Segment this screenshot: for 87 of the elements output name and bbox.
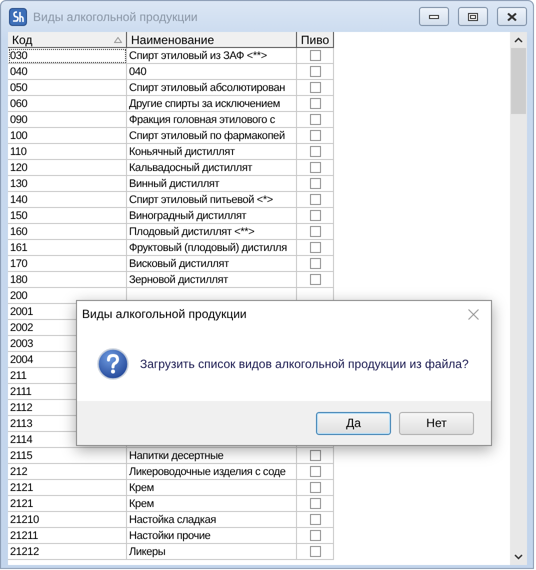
checkbox[interactable] (310, 242, 320, 253)
question-icon (97, 348, 129, 380)
table-cell: 090 (8, 112, 127, 128)
table-cell: Зерновой дистиллят (127, 272, 297, 288)
dialog-button[interactable]: Да (316, 412, 391, 434)
table-cell: 120 (8, 160, 127, 176)
checkbox[interactable] (310, 450, 320, 461)
table-cell: 161 (8, 240, 127, 256)
table-cell: 160 (8, 224, 127, 240)
checkbox[interactable] (310, 98, 320, 109)
table-cell: Напитки десертные (127, 448, 297, 464)
table-cell: Спирт этиловый питьевой <*> (127, 192, 297, 208)
checkbox[interactable] (310, 546, 320, 557)
close-button[interactable] (497, 7, 527, 26)
table-cell: Висковый дистиллят (127, 256, 297, 272)
table-cell: Настойки прочие (127, 528, 297, 544)
table-cell: Спирт этиловый из ЗАФ <**> (127, 48, 297, 64)
table-cell: Спирт этиловый по фармакопей (127, 128, 297, 144)
table-cell: Коньячный дистиллят (127, 144, 297, 160)
checkbox[interactable] (310, 210, 320, 221)
table-cell: Ликероводочные изделия с соде (127, 464, 297, 480)
column-header[interactable]: Наименование (127, 32, 297, 48)
checkbox[interactable] (310, 146, 320, 157)
table-cell: Настойка сладкая (127, 512, 297, 528)
window-title: Виды алкогольной продукции (33, 10, 199, 24)
table-cell: 100 (8, 128, 127, 144)
table-cell: Фракция головная этилового с (127, 112, 297, 128)
table-cell: 2121 (8, 480, 127, 496)
checkbox[interactable] (310, 498, 320, 509)
table-cell: Кальвадосный дистиллят (127, 160, 297, 176)
close-icon[interactable] (468, 308, 479, 320)
checkbox[interactable] (310, 50, 320, 61)
table-cell: 21212 (8, 544, 127, 560)
checkbox[interactable] (310, 482, 320, 493)
minimize-icon (429, 14, 439, 18)
checkbox[interactable] (310, 82, 320, 93)
table-cell: 21211 (8, 528, 127, 544)
column-header[interactable]: Код (8, 32, 127, 48)
table-cell: 130 (8, 176, 127, 192)
scroll-down-icon[interactable] (514, 554, 523, 560)
sort-arrow-icon (114, 36, 122, 42)
table-cell: 040 (127, 64, 297, 80)
checkbox[interactable] (310, 114, 320, 125)
table-cell: Спирт этиловый абсолютирован (127, 80, 297, 96)
checkbox[interactable] (310, 178, 320, 189)
table-cell: 030 (8, 48, 127, 64)
table-cell: 212 (8, 464, 127, 480)
checkbox[interactable] (310, 514, 320, 525)
checkbox[interactable] (310, 274, 320, 285)
checkbox[interactable] (310, 130, 320, 141)
app-logo-icon (9, 8, 27, 26)
checkbox[interactable] (310, 530, 320, 541)
table-cell: 2115 (8, 448, 127, 464)
dialog-message: Загрузить список видов алкогольной продукции из файла? (140, 357, 469, 371)
checkbox[interactable] (310, 194, 320, 205)
table-cell: Винный дистиллят (127, 176, 297, 192)
minimize-button[interactable] (419, 7, 449, 26)
checkbox[interactable] (310, 66, 320, 77)
dialog-button[interactable]: Нет (399, 412, 474, 434)
table-cell: 180 (8, 272, 127, 288)
table-cell: Фруктовый (плодовый) дистилля (127, 240, 297, 256)
scroll-thumb[interactable] (511, 48, 526, 114)
table-cell: Ликеры (127, 544, 297, 560)
table-cell: 140 (8, 192, 127, 208)
maximize-icon (468, 12, 478, 20)
close-icon (507, 12, 517, 20)
scroll-up-icon[interactable] (514, 37, 523, 43)
checkbox[interactable] (310, 226, 320, 237)
table-cell: Другие спирты за исключением (127, 96, 297, 112)
table-cell: Крем (127, 496, 297, 512)
table-cell: 150 (8, 208, 127, 224)
maximize-button[interactable] (458, 7, 488, 26)
table-cell: 050 (8, 80, 127, 96)
table-cell: Плодовый дистиллят <**> (127, 224, 297, 240)
table-cell: Виноградный дистиллят (127, 208, 297, 224)
scrollbar[interactable] (510, 32, 527, 565)
table-cell: 21210 (8, 512, 127, 528)
table-cell: 170 (8, 256, 127, 272)
checkbox[interactable] (310, 258, 320, 269)
table-cell: 2121 (8, 496, 127, 512)
table-cell: 040 (8, 64, 127, 80)
column-header[interactable]: Пиво (297, 32, 334, 48)
table-cell: 110 (8, 144, 127, 160)
checkbox[interactable] (310, 162, 320, 173)
table-cell: Крем (127, 480, 297, 496)
table-cell: 060 (8, 96, 127, 112)
checkbox[interactable] (310, 466, 320, 477)
